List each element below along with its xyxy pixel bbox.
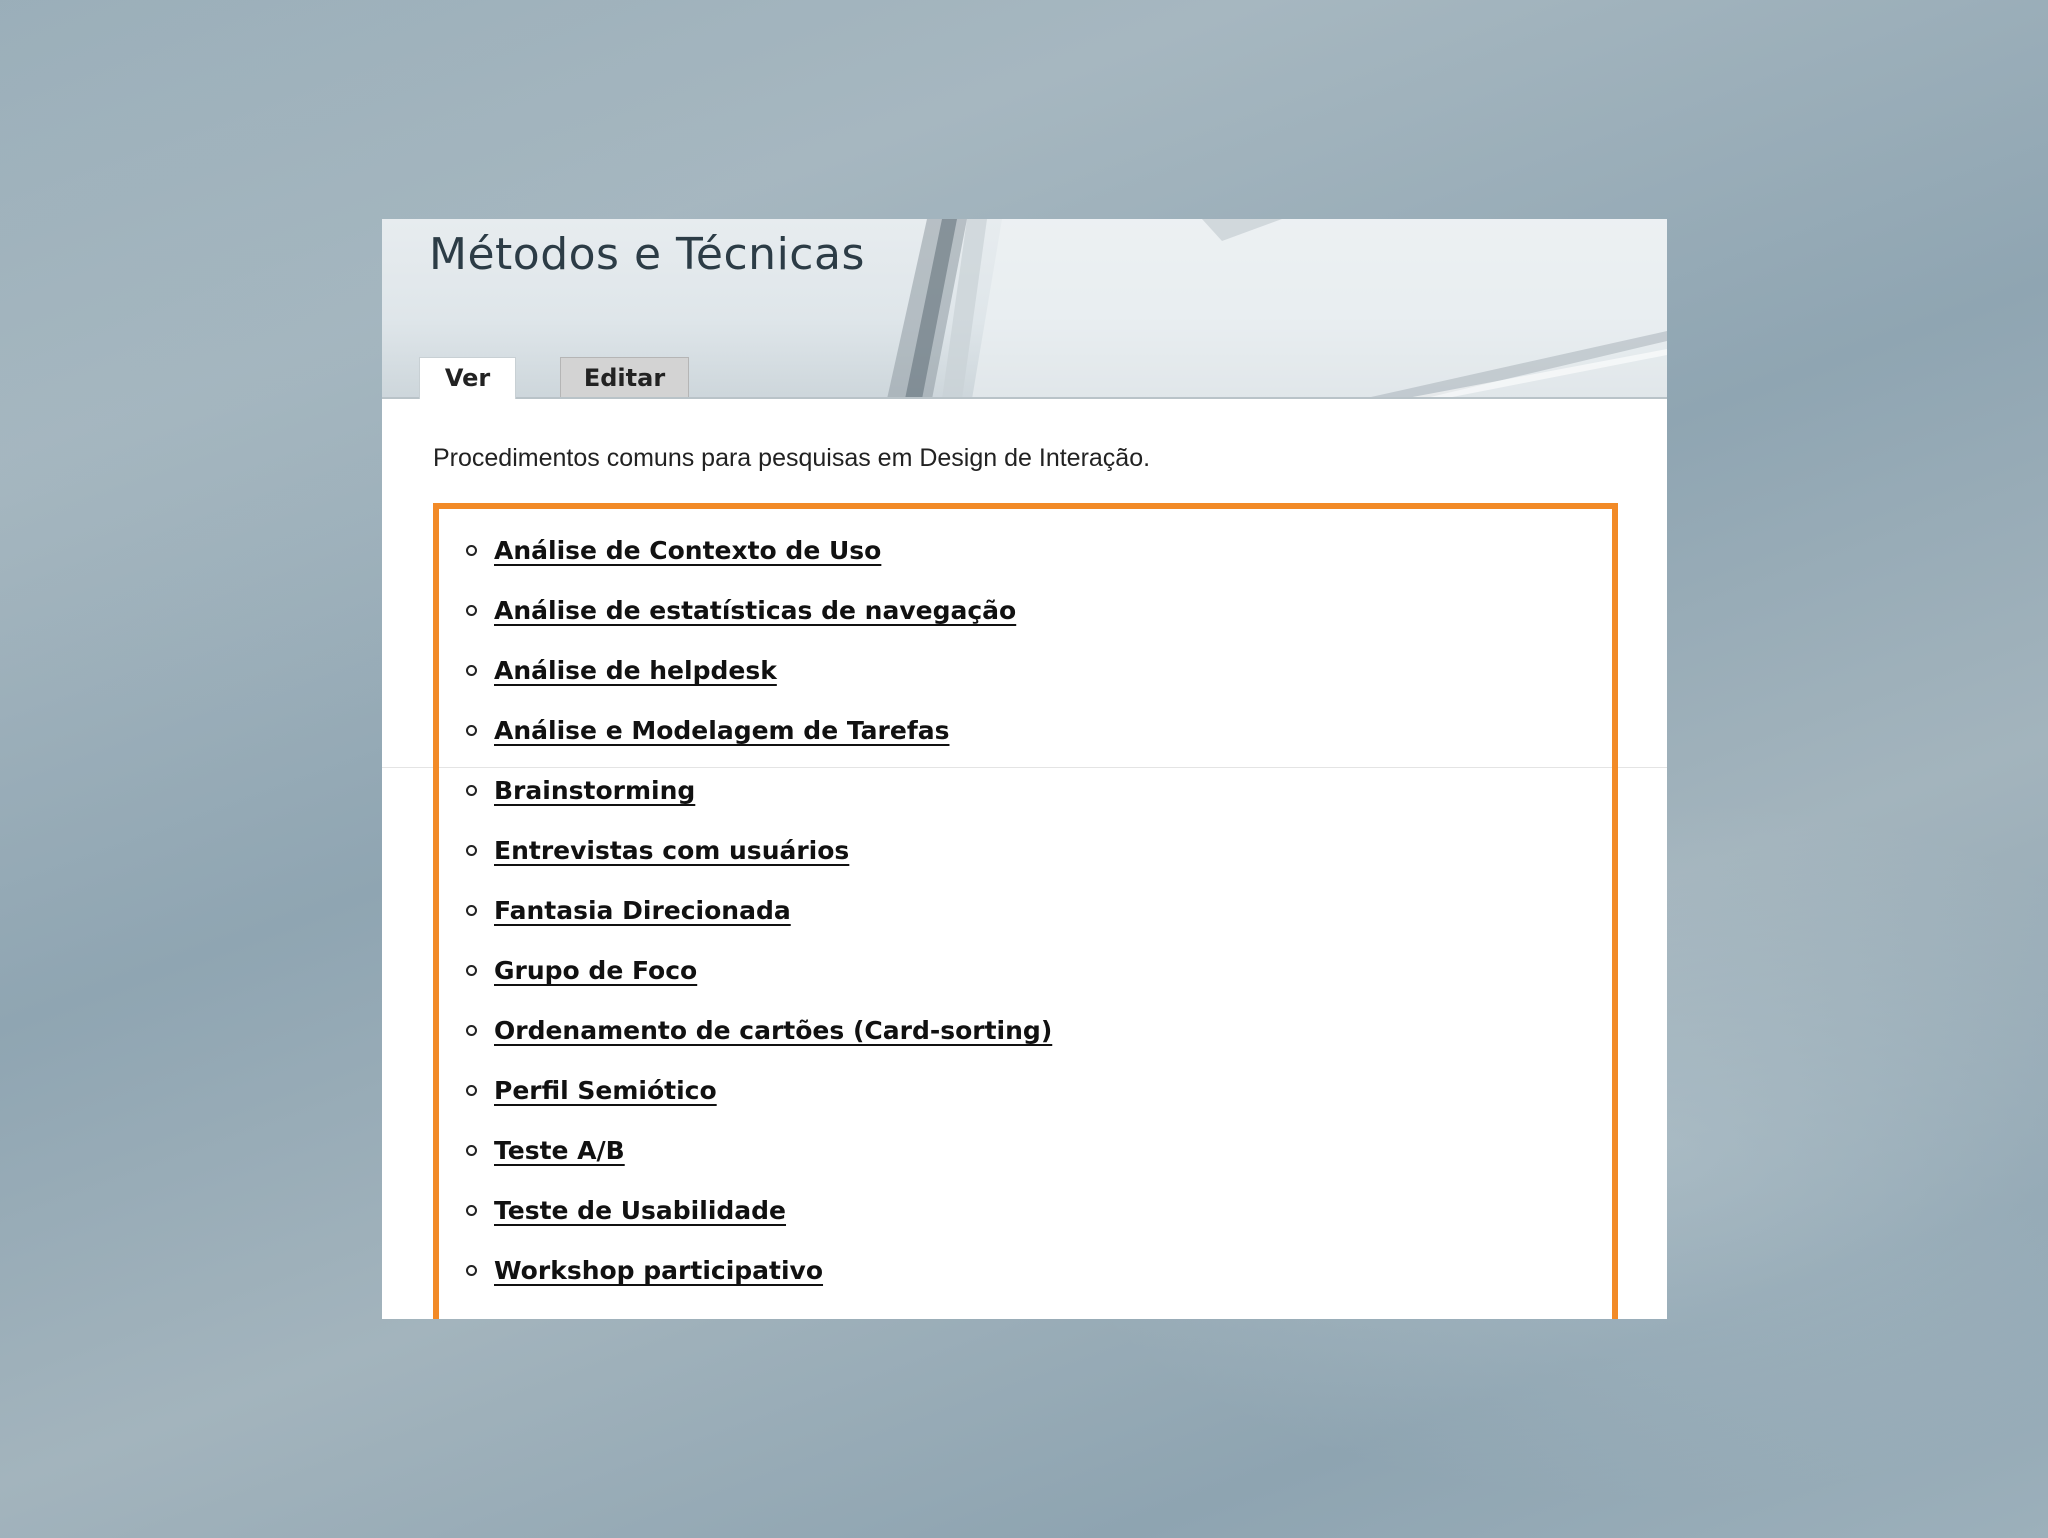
- methods-highlight-box: Análise de Contexto de Uso Análise de es…: [433, 503, 1618, 1319]
- list-item: Grupo de Foco: [439, 951, 1052, 1011]
- bullet-icon: [466, 905, 477, 916]
- method-link[interactable]: Entrevistas com usuários: [494, 836, 849, 865]
- bullet-icon: [466, 1085, 477, 1096]
- bullet-icon: [466, 1025, 477, 1036]
- list-item: Análise de helpdesk: [439, 651, 1052, 711]
- list-item: Entrevistas com usuários: [439, 831, 1052, 891]
- method-link[interactable]: Teste de Usabilidade: [494, 1196, 786, 1225]
- method-link[interactable]: Grupo de Foco: [494, 956, 697, 985]
- page-body: Procedimentos comuns para pesquisas em D…: [382, 399, 1667, 1319]
- list-item: Workshop participativo: [439, 1251, 1052, 1311]
- list-item: Brainstorming: [439, 771, 1052, 831]
- list-item: Teste A/B: [439, 1131, 1052, 1191]
- bullet-icon: [466, 725, 477, 736]
- intro-text: Procedimentos comuns para pesquisas em D…: [433, 444, 1151, 472]
- method-link[interactable]: Fantasia Direcionada: [494, 896, 791, 925]
- list-item: Análise de Contexto de Uso: [439, 531, 1052, 591]
- bullet-icon: [466, 1205, 477, 1216]
- list-item: Ordenamento de cartões (Card-sorting): [439, 1011, 1052, 1071]
- method-link[interactable]: Análise de Contexto de Uso: [494, 536, 881, 565]
- tab-editar[interactable]: Editar: [560, 357, 689, 397]
- list-item: Fantasia Direcionada: [439, 891, 1052, 951]
- list-item: Perfil Semiótico: [439, 1071, 1052, 1131]
- tab-ver[interactable]: Ver: [419, 357, 516, 399]
- page-screenshot: Métodos e Técnicas Ver Editar Procedimen…: [382, 219, 1667, 1319]
- bullet-icon: [466, 785, 477, 796]
- method-link[interactable]: Workshop participativo: [494, 1256, 823, 1285]
- bullet-icon: [466, 845, 477, 856]
- method-link[interactable]: Perfil Semiótico: [494, 1076, 717, 1105]
- bullet-icon: [466, 545, 477, 556]
- bullet-icon: [466, 1265, 477, 1276]
- methods-list: Análise de Contexto de Uso Análise de es…: [439, 531, 1052, 1311]
- method-link[interactable]: Análise de helpdesk: [494, 656, 777, 685]
- page-header: Métodos e Técnicas Ver Editar: [382, 219, 1667, 399]
- method-link[interactable]: Análise de estatísticas de navegação: [494, 596, 1016, 625]
- bullet-icon: [466, 965, 477, 976]
- method-link[interactable]: Teste A/B: [494, 1136, 625, 1165]
- method-link[interactable]: Brainstorming: [494, 776, 695, 805]
- bullet-icon: [466, 665, 477, 676]
- page-title: Métodos e Técnicas: [429, 229, 865, 280]
- bullet-icon: [466, 605, 477, 616]
- bullet-icon: [466, 1145, 477, 1156]
- list-item: Análise e Modelagem de Tarefas: [439, 711, 1052, 771]
- list-item: Teste de Usabilidade: [439, 1191, 1052, 1251]
- method-link[interactable]: Ordenamento de cartões (Card-sorting): [494, 1016, 1052, 1045]
- method-link[interactable]: Análise e Modelagem de Tarefas: [494, 716, 949, 745]
- list-item: Análise de estatísticas de navegação: [439, 591, 1052, 651]
